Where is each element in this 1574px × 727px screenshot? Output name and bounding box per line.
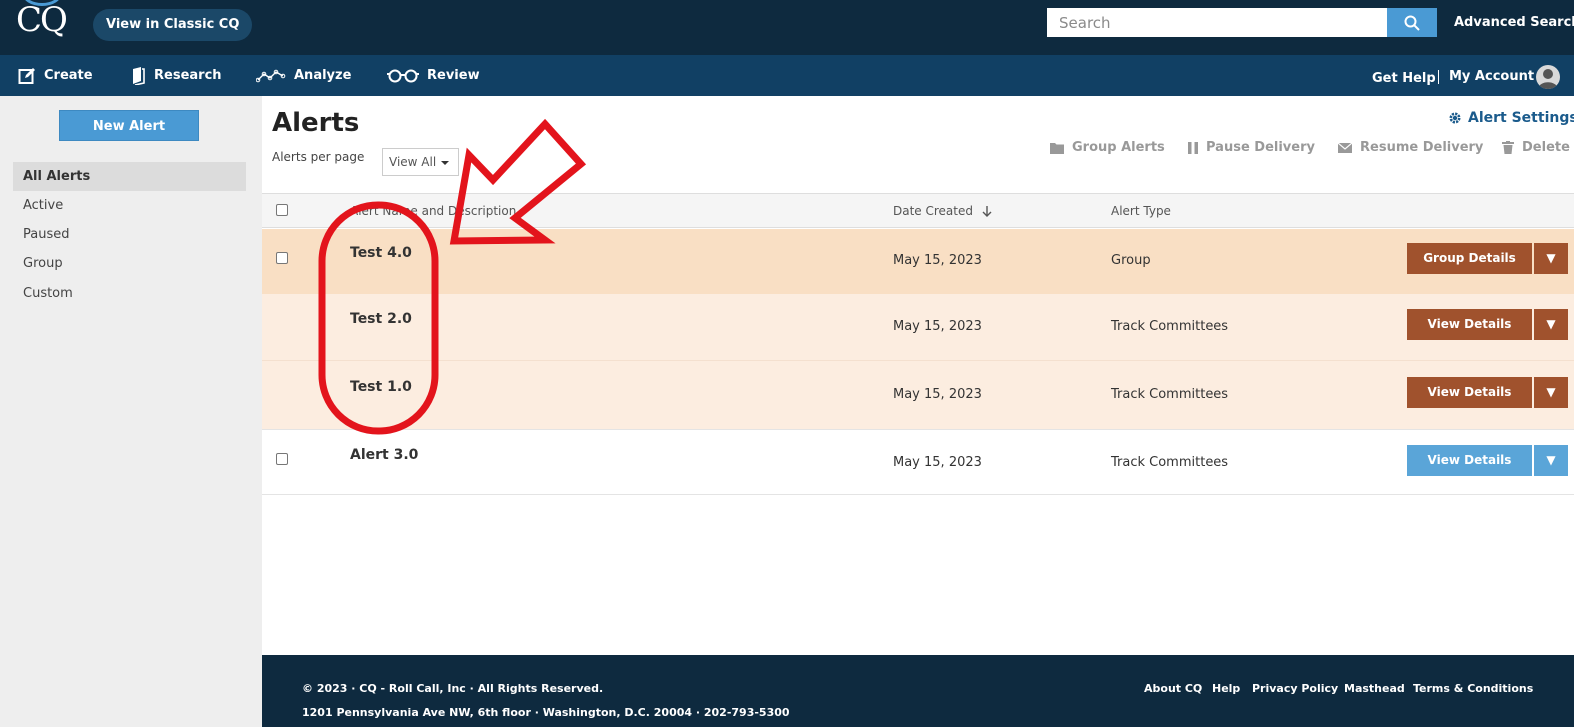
view-in-classic-button[interactable]: View in Classic CQ <box>93 9 253 41</box>
logo-text: CQ <box>16 0 68 40</box>
sort-arrow-down-icon <box>982 206 992 217</box>
table-row: Test 4.0 May 15, 2023 Group Group Detail… <box>262 229 1574 294</box>
column-header-type[interactable]: Alert Type <box>1111 204 1171 218</box>
advanced-search-link[interactable]: Advanced Search <box>1454 15 1574 30</box>
view-details-button[interactable]: View Details <box>1407 309 1532 340</box>
alert-type: Track Committees <box>1111 455 1229 470</box>
row-action-group: View Details ▼ <box>1407 309 1568 340</box>
caret-down-icon <box>441 161 449 165</box>
main-nav: Create Research Analyze Review Get Help … <box>0 55 1574 96</box>
row-action-group: Group Details ▼ <box>1407 243 1568 274</box>
footer-link-terms[interactable]: Terms & Conditions <box>1413 682 1533 695</box>
sidebar-item-custom[interactable]: Custom <box>13 279 246 308</box>
alert-type: Group <box>1111 253 1151 268</box>
avatar[interactable] <box>1536 65 1560 89</box>
folder-icon <box>1050 142 1064 154</box>
view-details-button[interactable]: View Details <box>1407 445 1532 476</box>
per-page-select[interactable]: View All <box>382 148 459 176</box>
column-header-date-label: Date Created <box>893 204 973 218</box>
edit-icon <box>18 67 35 84</box>
group-alerts-label: Group Alerts <box>1072 140 1165 155</box>
alert-name[interactable]: Test 2.0 <box>350 311 412 327</box>
row-checkbox[interactable] <box>276 453 288 465</box>
alert-date: May 15, 2023 <box>893 387 982 402</box>
alert-settings-link[interactable]: Alert Settings <box>1448 110 1574 126</box>
alert-name[interactable]: Alert 3.0 <box>350 447 418 463</box>
group-alerts-button[interactable]: Group Alerts <box>1050 140 1165 155</box>
table-row: Test 1.0 May 15, 2023 Track Committees V… <box>262 361 1574 429</box>
nav-review[interactable]: Review <box>387 55 480 96</box>
row-dropdown-toggle[interactable]: ▼ <box>1534 445 1568 476</box>
row-checkbox[interactable] <box>276 252 288 264</box>
get-help-link[interactable]: Get Help <box>1372 71 1436 86</box>
nav-analyze[interactable]: Analyze <box>256 55 351 96</box>
sidebar-item-all-alerts[interactable]: All Alerts <box>13 162 246 191</box>
analyze-line-icon <box>256 69 286 82</box>
cq-logo[interactable]: CQ <box>14 0 72 42</box>
row-action-group: View Details ▼ <box>1407 377 1568 408</box>
alert-type: Track Committees <box>1111 319 1229 334</box>
user-icon <box>1538 69 1558 89</box>
alert-date: May 15, 2023 <box>893 253 982 268</box>
pause-delivery-label: Pause Delivery <box>1206 140 1315 155</box>
nav-create[interactable]: Create <box>18 55 93 96</box>
footer-copyright: © 2023 · CQ - Roll Call, Inc · All Right… <box>302 682 604 695</box>
trash-icon <box>1502 141 1514 154</box>
alert-type: Track Committees <box>1111 387 1229 402</box>
alert-name[interactable]: Test 4.0 <box>350 245 412 261</box>
footer: © 2023 · CQ - Roll Call, Inc · All Right… <box>262 655 1574 727</box>
page-title: Alerts <box>272 108 360 138</box>
sidebar-item-group[interactable]: Group <box>13 249 246 278</box>
row-action-group: View Details ▼ <box>1407 445 1568 476</box>
my-account-link[interactable]: My Account <box>1449 69 1534 84</box>
book-icon <box>133 66 145 85</box>
alert-date: May 15, 2023 <box>893 319 982 334</box>
nav-research-label: Research <box>154 68 222 83</box>
alert-name[interactable]: Test 1.0 <box>350 379 412 395</box>
row-dropdown-toggle[interactable]: ▼ <box>1534 377 1568 408</box>
resume-delivery-button[interactable]: Resume Delivery <box>1338 140 1483 155</box>
new-alert-button[interactable]: New Alert <box>59 110 199 141</box>
resume-delivery-label: Resume Delivery <box>1360 140 1484 155</box>
nav-review-label: Review <box>427 68 480 83</box>
table-row: Alert 3.0 May 15, 2023 Track Committees … <box>262 429 1574 495</box>
column-header-date[interactable]: Date Created <box>893 204 993 218</box>
alert-date: May 15, 2023 <box>893 455 982 470</box>
select-all-checkbox[interactable] <box>276 204 288 216</box>
alert-settings-label: Alert Settings <box>1468 110 1574 126</box>
search-icon <box>1404 15 1420 31</box>
table-header: Alert Name and Description Date Created … <box>262 193 1574 228</box>
sidebar: New Alert All Alerts Active Paused Group… <box>0 96 262 727</box>
nav-create-label: Create <box>44 68 93 83</box>
footer-link-masthead[interactable]: Masthead <box>1344 682 1405 695</box>
nav-separator <box>1438 70 1439 84</box>
pause-delivery-button[interactable]: Pause Delivery <box>1188 140 1315 155</box>
search-button[interactable] <box>1387 8 1437 37</box>
row-dropdown-toggle[interactable]: ▼ <box>1534 243 1568 274</box>
sidebar-item-active[interactable]: Active <box>13 191 246 220</box>
delete-label: Delete <box>1522 140 1570 155</box>
per-page-label: Alerts per page <box>272 150 365 164</box>
view-details-button[interactable]: View Details <box>1407 377 1532 408</box>
footer-link-about[interactable]: About CQ <box>1144 682 1202 695</box>
delete-button[interactable]: Delete <box>1502 140 1570 155</box>
column-header-name[interactable]: Alert Name and Description <box>350 204 516 218</box>
pause-icon <box>1188 141 1198 154</box>
table-row: Test 2.0 May 15, 2023 Track Committees V… <box>262 294 1574 361</box>
footer-address: 1201 Pennsylvania Ave NW, 6th floor · Wa… <box>302 706 790 719</box>
nav-research[interactable]: Research <box>131 55 222 96</box>
glasses-icon <box>387 69 419 82</box>
top-header: CQ View in Classic CQ Advanced Search <box>0 0 1574 55</box>
envelope-icon <box>1338 142 1352 153</box>
sidebar-item-paused[interactable]: Paused <box>13 220 246 249</box>
footer-link-help[interactable]: Help <box>1212 682 1240 695</box>
gear-icon <box>1449 112 1461 124</box>
search-input[interactable] <box>1047 8 1387 37</box>
footer-link-privacy[interactable]: Privacy Policy <box>1252 682 1338 695</box>
nav-analyze-label: Analyze <box>294 68 352 83</box>
row-dropdown-toggle[interactable]: ▼ <box>1534 309 1568 340</box>
group-details-button[interactable]: Group Details <box>1407 243 1532 274</box>
per-page-value: View All <box>389 155 437 169</box>
